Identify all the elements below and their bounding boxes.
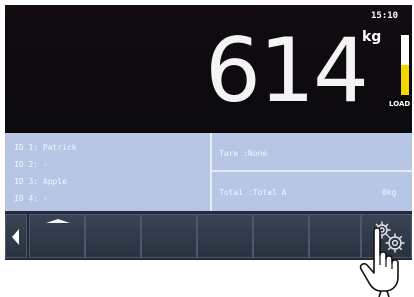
softkey-6-button[interactable]: [309, 214, 361, 258]
tare-panel[interactable]: Tare :None: [212, 133, 412, 172]
total-text: Total :Total A: [219, 188, 287, 197]
chevron-left-icon: [12, 229, 19, 245]
terminal-screen: 15:10 614 kg LOAD ID 1: Patrick ID 2: - …: [5, 5, 412, 260]
scroll-left-button[interactable]: [5, 214, 27, 258]
tare-text: Tare :None: [219, 149, 268, 158]
id-line-2: ID 2: -: [14, 160, 48, 169]
pointing-hand-icon: [359, 227, 399, 297]
id-line-4: ID 4: -: [14, 194, 48, 203]
softkey-1-button[interactable]: [29, 214, 85, 258]
softkey-3-button[interactable]: [141, 214, 197, 258]
load-label: LOAD: [389, 100, 411, 108]
total-value: 0kg: [382, 188, 397, 197]
weight-value: 614: [205, 19, 369, 122]
id-line-1: ID 1: Patrick: [14, 143, 77, 152]
scale-terminal-frame: 15:10 614 kg LOAD ID 1: Patrick ID 2: - …: [0, 0, 414, 297]
load-bar-fill: [401, 65, 409, 95]
softkey-4-button[interactable]: [197, 214, 253, 258]
info-panel: ID 1: Patrick ID 2: - ID 3: Apple ID 4: …: [5, 133, 412, 211]
softkey-bar: [5, 211, 412, 260]
clock: 15:10: [371, 11, 399, 21]
id-panel[interactable]: ID 1: Patrick ID 2: - ID 3: Apple ID 4: …: [5, 133, 212, 211]
softkey-2-button[interactable]: [85, 214, 141, 258]
softkey-5-button[interactable]: [253, 214, 309, 258]
weight-display: 15:10 614 kg LOAD: [5, 5, 412, 133]
id-line-3: ID 3: Apple: [14, 177, 67, 186]
arrow-up-icon: [46, 219, 70, 223]
weight-unit: kg: [362, 29, 382, 45]
total-panel[interactable]: Total :Total A 0kg: [212, 172, 412, 211]
